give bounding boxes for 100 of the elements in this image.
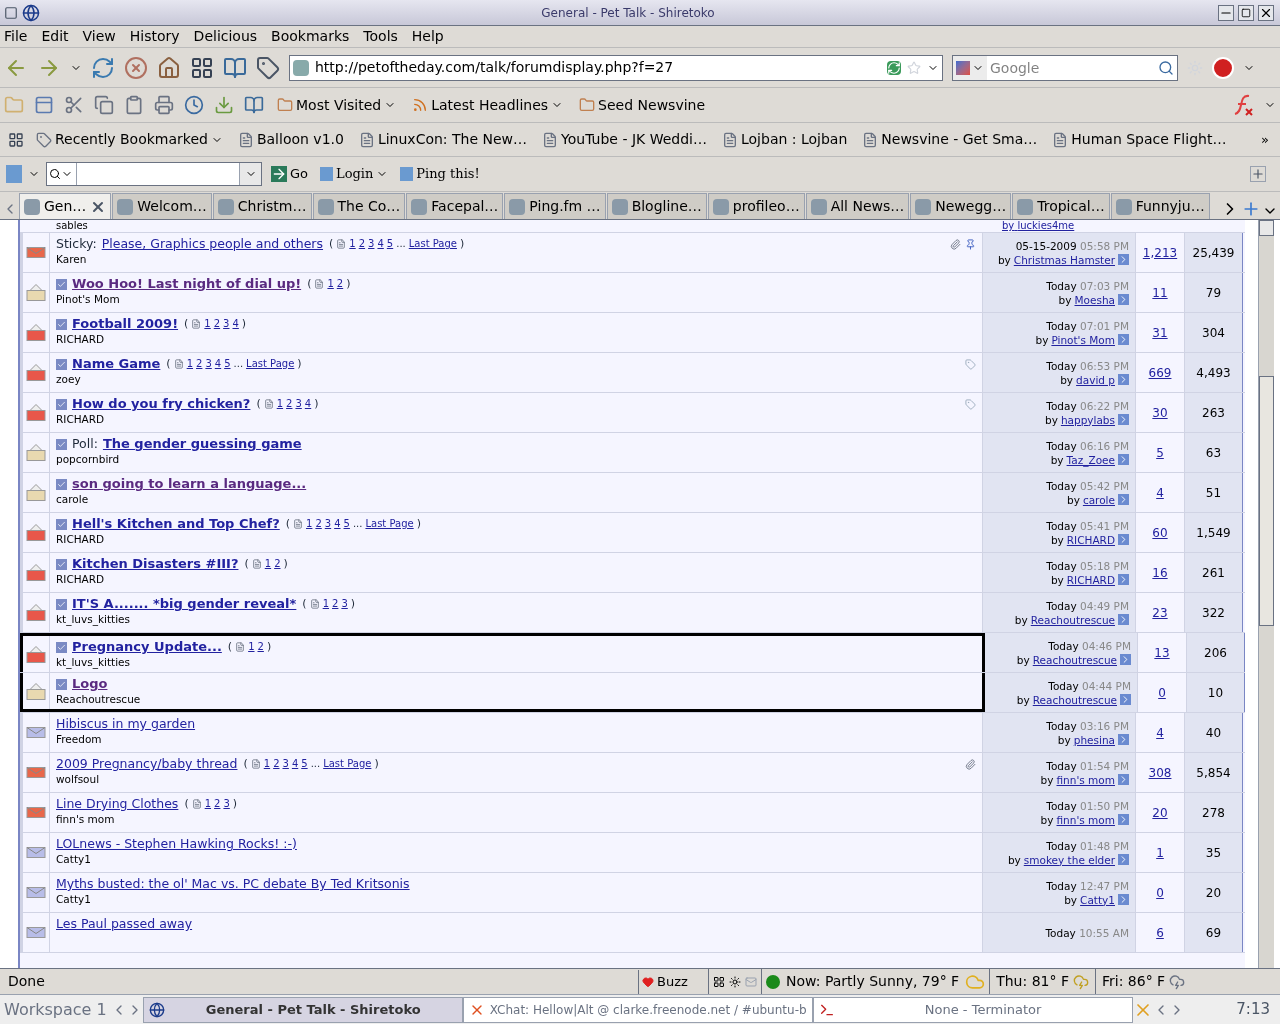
- page-link[interactable]: 5: [301, 756, 308, 772]
- login-button[interactable]: Login: [317, 162, 392, 186]
- thread-title-link[interactable]: Logo: [72, 676, 108, 692]
- replies-link[interactable]: 308: [1148, 763, 1172, 782]
- thread-title-link[interactable]: Woo Hoo! Last night of dial up!: [72, 276, 302, 292]
- page-link[interactable]: 2: [273, 756, 280, 772]
- reload-button[interactable]: [91, 55, 115, 80]
- replies-link[interactable]: 20: [1152, 803, 1168, 822]
- taskbar-window-button[interactable]: General - Pet Talk - Shiretoko: [142, 996, 463, 1023]
- page-link[interactable]: 2: [286, 396, 293, 412]
- address-field[interactable]: http://petoftheday.com/talk/forumdisplay.php?f=27: [289, 54, 943, 81]
- thread-title-link[interactable]: LOLnews - Stephen Hawking Rocks! :-): [56, 836, 297, 852]
- browser-tab[interactable]: Funnyju…: [1110, 193, 1210, 219]
- buzz-button[interactable]: Buzz: [638, 969, 708, 994]
- search-field[interactable]: Google: [952, 54, 1178, 81]
- replies-link[interactable]: 6: [1156, 923, 1164, 942]
- search-options-button[interactable]: [47, 163, 77, 185]
- last-poster-link[interactable]: Taz_Zoee: [1066, 452, 1115, 467]
- browser-tab[interactable]: Christm…: [212, 193, 312, 219]
- close-button[interactable]: [1258, 4, 1274, 21]
- page-link[interactable]: 3: [324, 516, 332, 532]
- thread-title-link[interactable]: The gender guessing game: [102, 436, 302, 452]
- browser-tab[interactable]: Facepal…: [406, 193, 504, 219]
- last-poster-link[interactable]: by luckies4me: [1002, 220, 1075, 231]
- last-poster-link[interactable]: Catty1: [1080, 892, 1115, 907]
- browser-tab[interactable]: profileo…: [707, 193, 805, 219]
- page-link[interactable]: 1: [306, 516, 313, 532]
- menu-item[interactable]: Edit: [41, 26, 69, 47]
- browser-tab[interactable]: Tropical…: [1012, 193, 1110, 219]
- page-link[interactable]: 1: [248, 639, 255, 655]
- replies-link[interactable]: 31: [1152, 323, 1168, 342]
- last-poster-link[interactable]: RICHARD: [1066, 532, 1115, 547]
- thread-title-link[interactable]: Myths busted: the ol' Mac vs. PC debate By Ted Kritsonis: [56, 876, 410, 892]
- download-icon[interactable]: [214, 95, 234, 115]
- bookmark-link[interactable]: Human Space Flight…: [1049, 127, 1230, 152]
- toolbar-search-field[interactable]: [46, 162, 262, 186]
- thread-title-link[interactable]: Hibiscus in my garden: [56, 716, 196, 732]
- page-link[interactable]: 4: [304, 396, 312, 412]
- go-to-post-icon[interactable]: [1118, 854, 1129, 865]
- thread-title-link[interactable]: Football 2009!: [72, 316, 179, 332]
- window-menu-icon[interactable]: [4, 5, 18, 20]
- tag-button[interactable]: [256, 55, 280, 80]
- replies-link[interactable]: 16: [1152, 563, 1168, 582]
- go-to-post-icon[interactable]: [1118, 454, 1129, 465]
- page-link[interactable]: 1: [204, 316, 211, 332]
- go-to-post-icon[interactable]: [1120, 694, 1131, 705]
- go-to-post-icon[interactable]: [1118, 494, 1129, 505]
- last-poster-link[interactable]: Christmas Hamster: [1013, 252, 1115, 267]
- more-bookmarks-button[interactable]: »: [1258, 127, 1272, 152]
- browser-tab[interactable]: The Co…: [312, 193, 406, 219]
- thread-title-link[interactable]: Please, Graphics people and others: [101, 236, 324, 252]
- thread-title-link[interactable]: IT'S A....... *big gender reveal*: [72, 596, 297, 612]
- last-page-link[interactable]: Last Page: [365, 516, 414, 532]
- page-link[interactable]: 3: [223, 796, 230, 812]
- grid-icon[interactable]: [190, 55, 214, 80]
- bookmark-link[interactable]: Newsvine - Get Sma…: [859, 127, 1041, 152]
- clock-icon[interactable]: [184, 95, 204, 115]
- maximize-button[interactable]: [1238, 4, 1254, 21]
- replies-link[interactable]: 669: [1148, 363, 1172, 382]
- go-to-post-icon[interactable]: [1120, 654, 1131, 665]
- cut-icon[interactable]: [64, 95, 84, 115]
- page-link[interactable]: 4: [291, 756, 299, 772]
- dropdown-button[interactable]: [239, 163, 261, 185]
- go-to-post-icon[interactable]: [1118, 734, 1129, 745]
- replies-link[interactable]: 11: [1152, 283, 1168, 302]
- bookmark-link[interactable]: Lojban : Lojban: [719, 127, 851, 152]
- page-link[interactable]: 1: [349, 236, 356, 252]
- replies-link[interactable]: 0: [1156, 883, 1164, 902]
- page-link[interactable]: 2: [257, 639, 264, 655]
- browser-tab[interactable]: Blogline…: [606, 193, 707, 219]
- replies-link[interactable]: 4: [1156, 723, 1164, 742]
- go-to-post-icon[interactable]: [1118, 334, 1129, 345]
- page-link[interactable]: 3: [368, 236, 375, 252]
- last-page-link[interactable]: Last Page: [408, 236, 457, 252]
- menu-item[interactable]: Tools: [363, 26, 398, 47]
- replies-link[interactable]: 4: [1156, 483, 1164, 502]
- last-page-link[interactable]: Last Page: [246, 356, 295, 372]
- go-to-post-icon[interactable]: [1118, 294, 1129, 305]
- paste-icon[interactable]: [124, 95, 144, 115]
- page-link[interactable]: 1: [276, 396, 284, 412]
- go-to-post-icon[interactable]: [1118, 614, 1129, 625]
- stop-button[interactable]: [124, 55, 148, 80]
- last-poster-link[interactable]: phesina: [1073, 732, 1115, 747]
- last-poster-link[interactable]: smokey the elder: [1023, 852, 1115, 867]
- thread-title-link[interactable]: son going to learn a language...: [72, 476, 307, 492]
- go-to-post-icon[interactable]: [1118, 774, 1129, 785]
- page-link[interactable]: 2: [214, 796, 221, 812]
- last-poster-link[interactable]: david p: [1076, 372, 1115, 387]
- bookmark-link[interactable]: YouTube - JK Weddi…: [539, 127, 710, 152]
- page-link[interactable]: 1: [186, 356, 194, 372]
- page-link[interactable]: 1: [264, 556, 272, 572]
- thread-title-link[interactable]: Name Game: [72, 356, 161, 372]
- search-input[interactable]: Google: [990, 55, 1155, 80]
- page-link[interactable]: 5: [224, 356, 231, 372]
- last-poster-link[interactable]: Reachoutrescue: [1032, 692, 1117, 707]
- sidebar-icon[interactable]: [223, 55, 247, 80]
- search-icon[interactable]: [1158, 59, 1174, 76]
- bookmark-star-icon[interactable]: [907, 60, 921, 75]
- last-poster-link[interactable]: finn's mom: [1056, 772, 1115, 787]
- page-link[interactable]: 4: [334, 516, 341, 532]
